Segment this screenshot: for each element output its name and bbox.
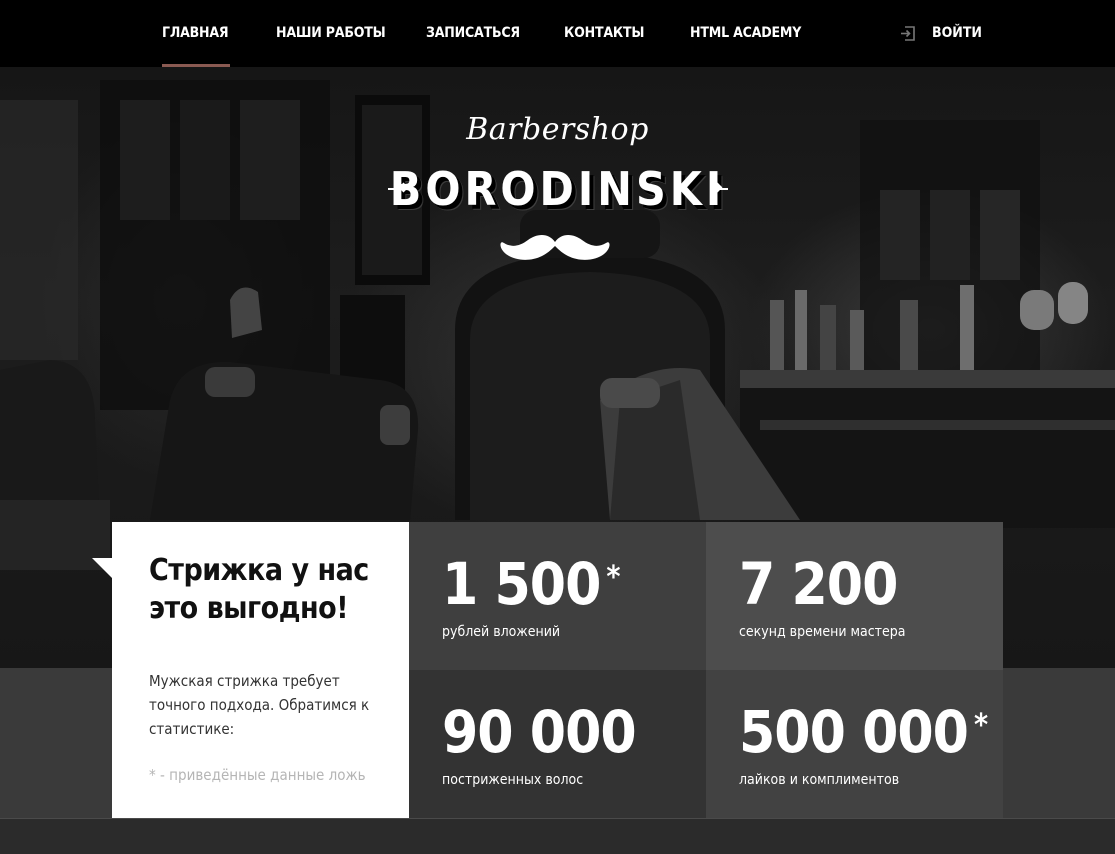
footer-strip	[0, 818, 1115, 854]
stat-value: 500 000 *	[739, 698, 988, 766]
stat-label: рублей вложений	[442, 624, 561, 640]
promo-text: Мужская стрижка требует точного подхода.…	[149, 672, 370, 738]
card-flag-corner	[92, 558, 112, 578]
stat-tile: 7 200 секунд времени мастера	[706, 522, 1003, 670]
nav-item-works[interactable]: НАШИ РАБОТЫ	[276, 0, 386, 67]
site-header: ГЛАВНАЯ НАШИ РАБОТЫ ЗАПИСАТЬСЯ КОНТАКТЫ …	[0, 0, 1115, 67]
login-icon	[901, 26, 915, 41]
logo-dash-right	[720, 188, 728, 190]
logo-dash-left	[388, 188, 396, 190]
stat-label: лайков и комплиментов	[739, 772, 900, 788]
stat-tile: 1 500 * рублей вложений	[409, 522, 706, 670]
stat-star: *	[974, 708, 988, 743]
stat-value: 7 200	[739, 550, 898, 618]
mustache-icon	[500, 235, 610, 260]
stat-value: 1 500 *	[442, 550, 621, 618]
stat-label: секунд времени мастера	[739, 624, 906, 640]
promo-note: * - приведённые данные ложь	[149, 766, 366, 784]
login-label: ВОЙТИ	[932, 25, 982, 41]
nav-item-signup[interactable]: ЗАПИСАТЬСЯ	[426, 0, 520, 67]
promo-title: Стрижка у нас это выгодно!	[149, 553, 369, 626]
stat-tile: 90 000 постриженных волос	[409, 670, 706, 818]
stat-tile: 500 000 * лайков и комплиментов	[706, 670, 1003, 818]
nav-item-home[interactable]: ГЛАВНАЯ	[162, 0, 231, 67]
stat-value: 90 000	[442, 698, 637, 766]
logo-script: Barbershop	[466, 112, 649, 147]
promo-card: Стрижка у нас это выгодно! Мужская стриж…	[112, 522, 409, 818]
stat-star: *	[606, 560, 620, 595]
logo-title: BORODINSKI	[389, 162, 726, 216]
nav-item-contacts[interactable]: КОНТАКТЫ	[564, 0, 644, 67]
nav-item-html-academy[interactable]: HTML ACADEMY	[690, 0, 801, 67]
stat-label: постриженных волос	[442, 772, 584, 788]
